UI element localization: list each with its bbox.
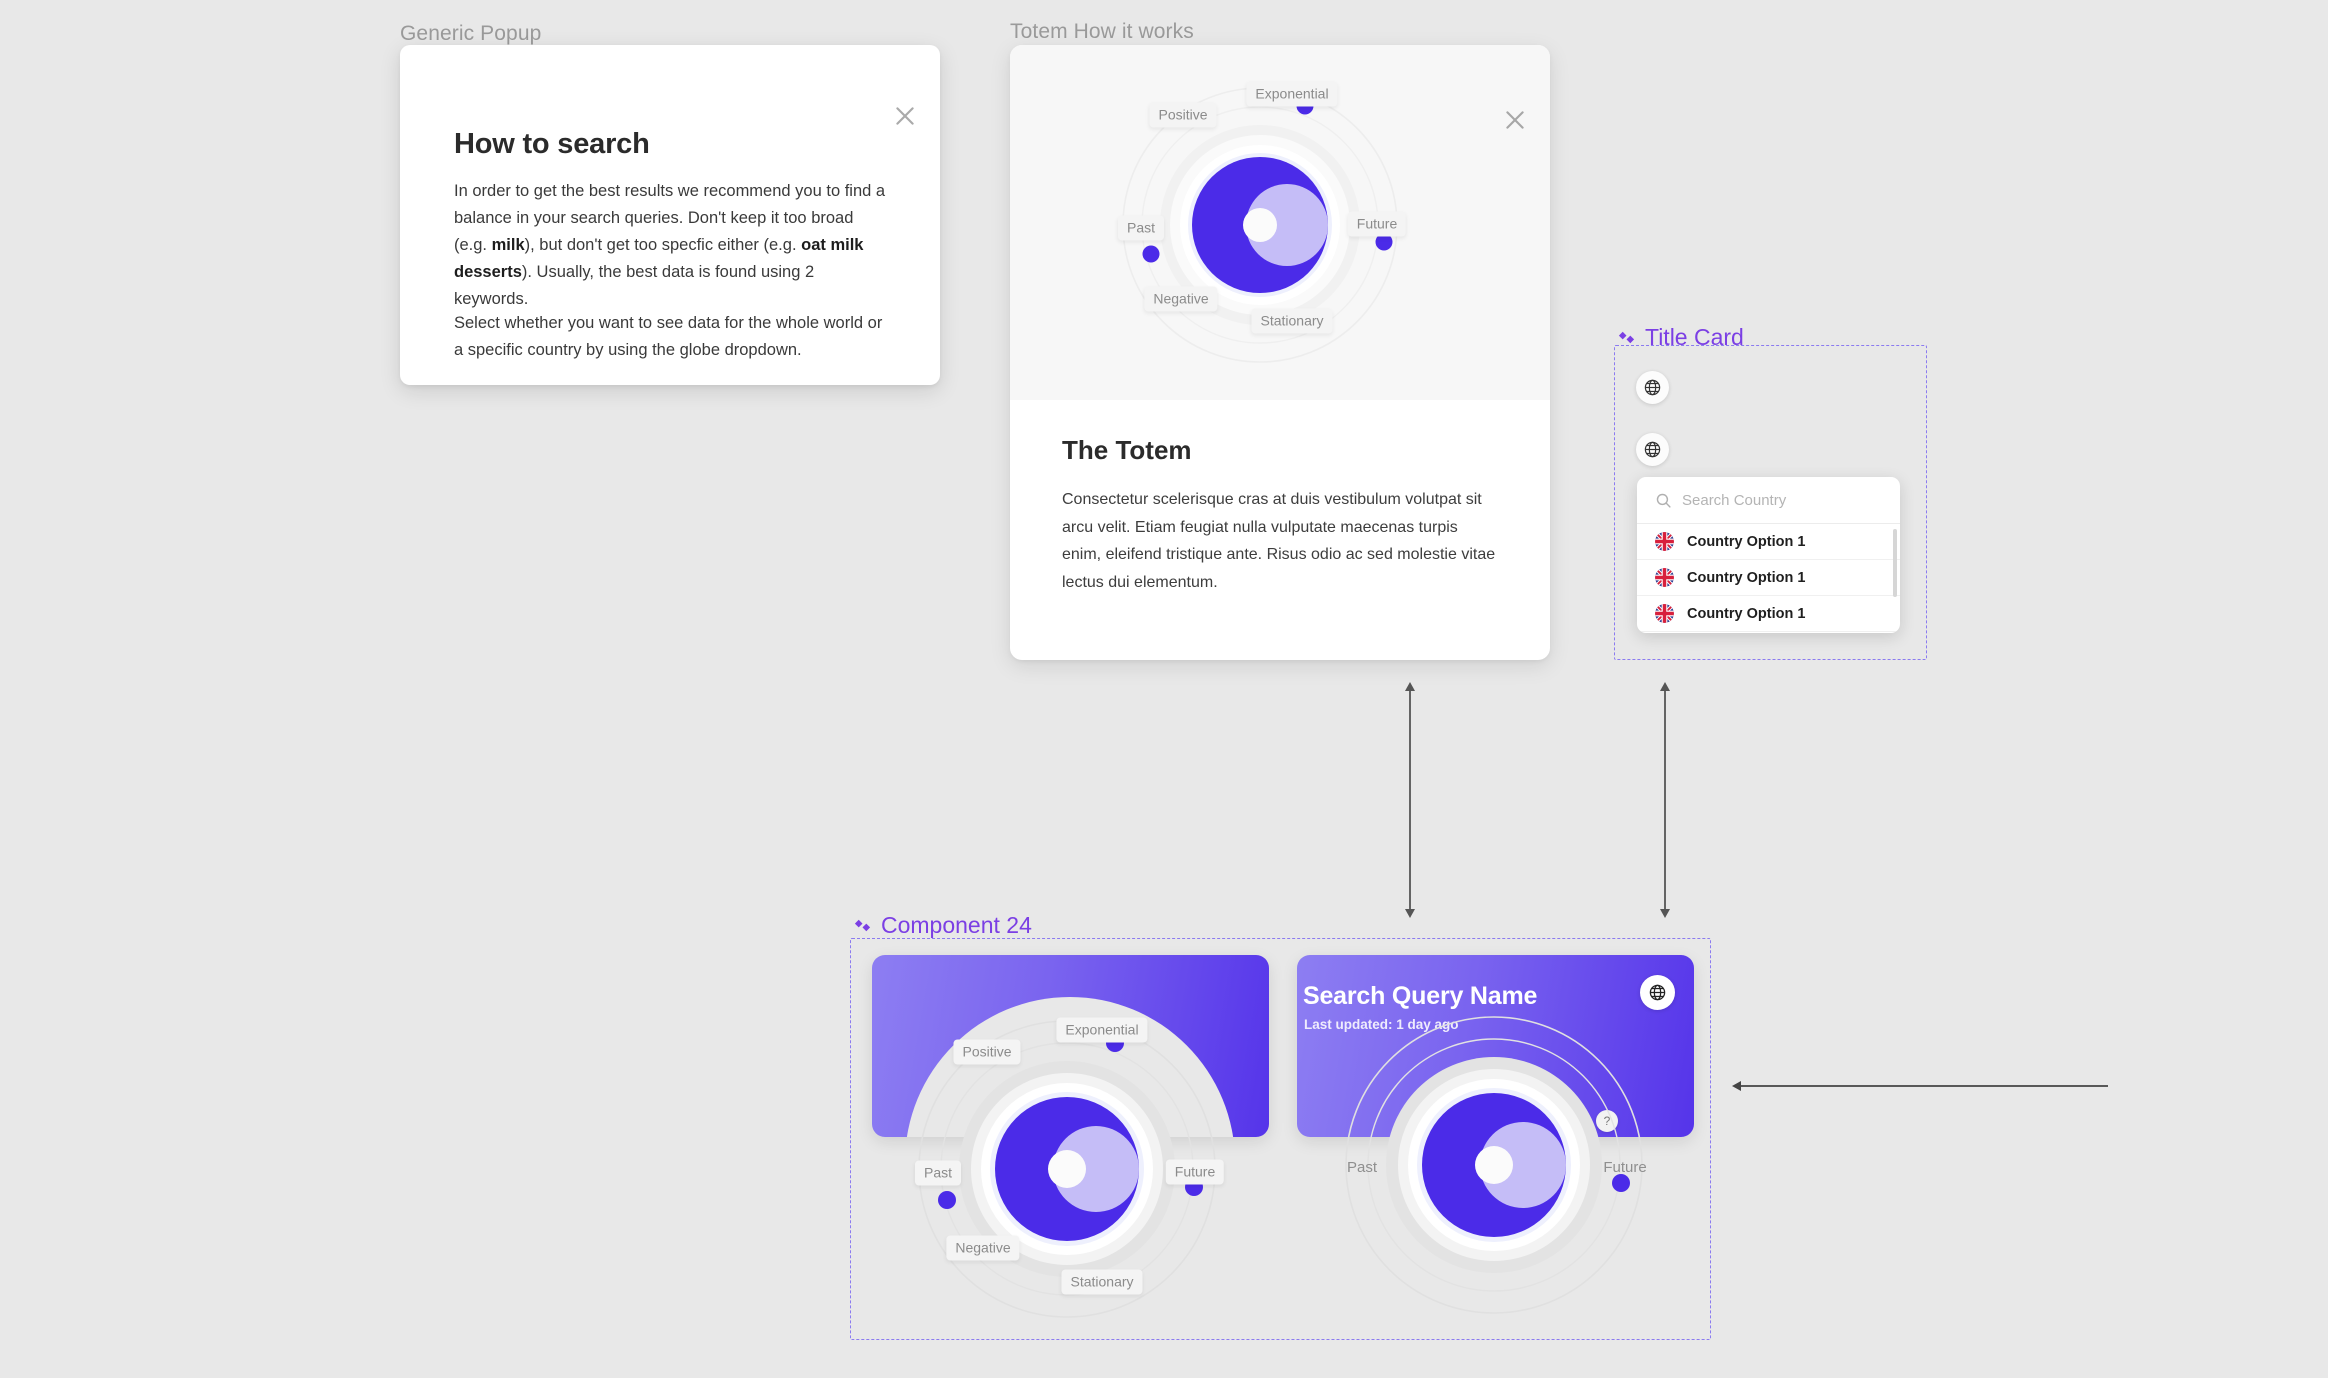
totem-label-past: Past	[914, 1160, 962, 1186]
search-card-label-future: Future	[1603, 1159, 1647, 1176]
frame-label-generic-popup: Generic Popup	[400, 22, 542, 45]
country-search-row[interactable]	[1637, 477, 1900, 524]
component-diamond-icon	[854, 919, 871, 932]
generic-popup: How to search In order to get the best r…	[400, 45, 940, 385]
country-option-row[interactable]: Country Option 1	[1637, 596, 1900, 632]
totem-label-future: Future	[1165, 1159, 1225, 1185]
country-option-label: Country Option 1	[1687, 533, 1806, 550]
totem-graphic: Exponential Positive Past Future Negativ…	[1115, 80, 1407, 370]
popup-bold-milk: milk	[491, 235, 525, 254]
totem-label-past: Past	[1117, 215, 1165, 241]
dropdown-scrollbar[interactable]	[1893, 529, 1897, 597]
globe-icon	[1644, 441, 1661, 458]
close-icon[interactable]	[1502, 107, 1528, 133]
country-option-label: Country Option 1	[1687, 605, 1806, 622]
totem-label-stationary: Stationary	[1061, 1269, 1143, 1295]
popup-text-1b: ), but don't get too specfic either (e.g…	[524, 235, 802, 254]
country-option-label: Country Option 1	[1687, 569, 1806, 586]
country-option-row[interactable]: Country Option 1	[1637, 524, 1900, 560]
uk-flag-icon	[1655, 604, 1674, 623]
search-card-label-past: Past	[1346, 1159, 1378, 1176]
search-query-title: Search Query Name	[1303, 982, 1538, 1010]
globe-button-dropdown-trigger[interactable]	[1636, 433, 1669, 466]
globe-button-card[interactable]	[1640, 975, 1675, 1010]
arrow-title-card-to-component	[1655, 680, 1675, 920]
totem-heading: The Totem	[1062, 435, 1192, 465]
country-option-row[interactable]: Country Option 1	[1637, 560, 1900, 596]
component-label-text: Component 24	[881, 912, 1032, 938]
uk-flag-icon	[1655, 532, 1674, 551]
uk-flag-icon	[1655, 568, 1674, 587]
totem-label-future: Future	[1347, 211, 1407, 237]
arrow-incoming-right	[1730, 1076, 2110, 1096]
totem-label-positive: Positive	[1149, 102, 1217, 128]
totem-text-block: The Totem Consectetur scelerisque cras a…	[1062, 435, 1497, 596]
totem-how-it-works-card: Exponential Positive Past Future Negativ…	[1010, 45, 1550, 660]
globe-button-top[interactable]	[1636, 371, 1669, 404]
design-canvas: Generic Popup How to search In order to …	[0, 0, 2328, 1378]
country-dropdown: Country Option 1 Country Option 1	[1637, 477, 1900, 633]
search-country-input[interactable]	[1682, 491, 1882, 509]
popup-paragraph-2: Select whether you want to see data for …	[454, 314, 883, 359]
totem-label-exponential: Exponential	[1056, 1017, 1148, 1043]
totem-label-positive: Positive	[953, 1039, 1021, 1065]
component-label-component-24: Component 24	[853, 912, 1032, 939]
popup-title: How to search	[454, 128, 650, 160]
popup-paragraph-1: In order to get the best results we reco…	[454, 178, 890, 312]
totem-label-negative: Negative	[1144, 286, 1218, 312]
totem-graphic-search-card: Past Future	[1337, 1016, 1652, 1323]
search-icon	[1656, 493, 1671, 508]
globe-icon	[1649, 984, 1666, 1001]
globe-icon	[1644, 379, 1661, 396]
arrow-totem-to-component	[1400, 680, 1420, 920]
totem-body: Consectetur scelerisque cras at duis ves…	[1062, 491, 1496, 591]
close-icon[interactable]	[892, 103, 918, 129]
totem-graphic-component: Exponential Positive Past Future Negativ…	[910, 1012, 1225, 1327]
totem-label-stationary: Stationary	[1251, 308, 1333, 334]
totem-label-negative: Negative	[946, 1235, 1020, 1261]
totem-label-exponential: Exponential	[1246, 81, 1338, 107]
frame-label-totem: Totem How it works	[1010, 20, 1194, 43]
